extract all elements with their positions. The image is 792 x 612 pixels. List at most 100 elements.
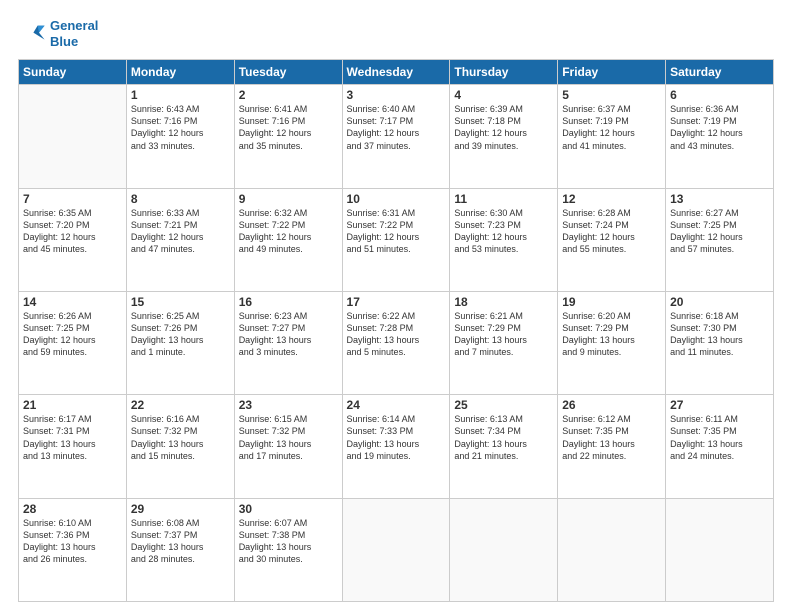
cell-text: Sunrise: 6:31 AM Sunset: 7:22 PM Dayligh…	[347, 207, 446, 256]
header-row: SundayMondayTuesdayWednesdayThursdayFrid…	[19, 60, 774, 85]
calendar-cell: 8Sunrise: 6:33 AM Sunset: 7:21 PM Daylig…	[126, 188, 234, 291]
day-number: 4	[454, 88, 553, 102]
day-number: 2	[239, 88, 338, 102]
cell-text: Sunrise: 6:12 AM Sunset: 7:35 PM Dayligh…	[562, 413, 661, 462]
day-number: 21	[23, 398, 122, 412]
cell-text: Sunrise: 6:16 AM Sunset: 7:32 PM Dayligh…	[131, 413, 230, 462]
week-row-1: 1Sunrise: 6:43 AM Sunset: 7:16 PM Daylig…	[19, 85, 774, 188]
day-number: 29	[131, 502, 230, 516]
cell-text: Sunrise: 6:15 AM Sunset: 7:32 PM Dayligh…	[239, 413, 338, 462]
day-number: 28	[23, 502, 122, 516]
day-number: 9	[239, 192, 338, 206]
calendar-cell: 15Sunrise: 6:25 AM Sunset: 7:26 PM Dayli…	[126, 291, 234, 394]
calendar-cell: 23Sunrise: 6:15 AM Sunset: 7:32 PM Dayli…	[234, 395, 342, 498]
calendar-cell	[666, 498, 774, 601]
cell-text: Sunrise: 6:30 AM Sunset: 7:23 PM Dayligh…	[454, 207, 553, 256]
calendar-cell: 19Sunrise: 6:20 AM Sunset: 7:29 PM Dayli…	[558, 291, 666, 394]
calendar-table: SundayMondayTuesdayWednesdayThursdayFrid…	[18, 59, 774, 602]
cell-text: Sunrise: 6:18 AM Sunset: 7:30 PM Dayligh…	[670, 310, 769, 359]
cell-text: Sunrise: 6:07 AM Sunset: 7:38 PM Dayligh…	[239, 517, 338, 566]
cell-text: Sunrise: 6:11 AM Sunset: 7:35 PM Dayligh…	[670, 413, 769, 462]
calendar-cell: 27Sunrise: 6:11 AM Sunset: 7:35 PM Dayli…	[666, 395, 774, 498]
calendar-cell: 14Sunrise: 6:26 AM Sunset: 7:25 PM Dayli…	[19, 291, 127, 394]
day-number: 26	[562, 398, 661, 412]
cell-text: Sunrise: 6:27 AM Sunset: 7:25 PM Dayligh…	[670, 207, 769, 256]
page: General Blue SundayMondayTuesdayWednesda…	[0, 0, 792, 612]
day-number: 11	[454, 192, 553, 206]
cell-text: Sunrise: 6:22 AM Sunset: 7:28 PM Dayligh…	[347, 310, 446, 359]
calendar-cell: 5Sunrise: 6:37 AM Sunset: 7:19 PM Daylig…	[558, 85, 666, 188]
day-number: 23	[239, 398, 338, 412]
day-number: 5	[562, 88, 661, 102]
cell-text: Sunrise: 6:35 AM Sunset: 7:20 PM Dayligh…	[23, 207, 122, 256]
col-header-sunday: Sunday	[19, 60, 127, 85]
calendar-cell: 30Sunrise: 6:07 AM Sunset: 7:38 PM Dayli…	[234, 498, 342, 601]
calendar-cell: 2Sunrise: 6:41 AM Sunset: 7:16 PM Daylig…	[234, 85, 342, 188]
col-header-saturday: Saturday	[666, 60, 774, 85]
cell-text: Sunrise: 6:37 AM Sunset: 7:19 PM Dayligh…	[562, 103, 661, 152]
logo-text: General Blue	[50, 18, 98, 49]
day-number: 15	[131, 295, 230, 309]
day-number: 30	[239, 502, 338, 516]
day-number: 12	[562, 192, 661, 206]
cell-text: Sunrise: 6:39 AM Sunset: 7:18 PM Dayligh…	[454, 103, 553, 152]
day-number: 17	[347, 295, 446, 309]
day-number: 3	[347, 88, 446, 102]
calendar-cell: 6Sunrise: 6:36 AM Sunset: 7:19 PM Daylig…	[666, 85, 774, 188]
calendar-cell	[450, 498, 558, 601]
calendar-cell: 17Sunrise: 6:22 AM Sunset: 7:28 PM Dayli…	[342, 291, 450, 394]
calendar-cell: 7Sunrise: 6:35 AM Sunset: 7:20 PM Daylig…	[19, 188, 127, 291]
calendar-cell	[342, 498, 450, 601]
col-header-friday: Friday	[558, 60, 666, 85]
week-row-2: 7Sunrise: 6:35 AM Sunset: 7:20 PM Daylig…	[19, 188, 774, 291]
day-number: 8	[131, 192, 230, 206]
calendar-cell: 26Sunrise: 6:12 AM Sunset: 7:35 PM Dayli…	[558, 395, 666, 498]
day-number: 14	[23, 295, 122, 309]
day-number: 16	[239, 295, 338, 309]
cell-text: Sunrise: 6:43 AM Sunset: 7:16 PM Dayligh…	[131, 103, 230, 152]
day-number: 18	[454, 295, 553, 309]
calendar-cell: 11Sunrise: 6:30 AM Sunset: 7:23 PM Dayli…	[450, 188, 558, 291]
col-header-wednesday: Wednesday	[342, 60, 450, 85]
calendar-cell: 1Sunrise: 6:43 AM Sunset: 7:16 PM Daylig…	[126, 85, 234, 188]
logo-icon	[18, 20, 46, 48]
col-header-thursday: Thursday	[450, 60, 558, 85]
calendar-cell: 28Sunrise: 6:10 AM Sunset: 7:36 PM Dayli…	[19, 498, 127, 601]
cell-text: Sunrise: 6:32 AM Sunset: 7:22 PM Dayligh…	[239, 207, 338, 256]
day-number: 1	[131, 88, 230, 102]
cell-text: Sunrise: 6:20 AM Sunset: 7:29 PM Dayligh…	[562, 310, 661, 359]
calendar-cell: 9Sunrise: 6:32 AM Sunset: 7:22 PM Daylig…	[234, 188, 342, 291]
cell-text: Sunrise: 6:26 AM Sunset: 7:25 PM Dayligh…	[23, 310, 122, 359]
day-number: 27	[670, 398, 769, 412]
day-number: 10	[347, 192, 446, 206]
calendar-cell: 29Sunrise: 6:08 AM Sunset: 7:37 PM Dayli…	[126, 498, 234, 601]
calendar-cell: 3Sunrise: 6:40 AM Sunset: 7:17 PM Daylig…	[342, 85, 450, 188]
calendar-cell: 18Sunrise: 6:21 AM Sunset: 7:29 PM Dayli…	[450, 291, 558, 394]
day-number: 7	[23, 192, 122, 206]
calendar-cell	[19, 85, 127, 188]
cell-text: Sunrise: 6:36 AM Sunset: 7:19 PM Dayligh…	[670, 103, 769, 152]
day-number: 22	[131, 398, 230, 412]
day-number: 25	[454, 398, 553, 412]
col-header-tuesday: Tuesday	[234, 60, 342, 85]
cell-text: Sunrise: 6:10 AM Sunset: 7:36 PM Dayligh…	[23, 517, 122, 566]
week-row-4: 21Sunrise: 6:17 AM Sunset: 7:31 PM Dayli…	[19, 395, 774, 498]
calendar-cell: 13Sunrise: 6:27 AM Sunset: 7:25 PM Dayli…	[666, 188, 774, 291]
day-number: 24	[347, 398, 446, 412]
calendar-cell: 16Sunrise: 6:23 AM Sunset: 7:27 PM Dayli…	[234, 291, 342, 394]
day-number: 19	[562, 295, 661, 309]
day-number: 20	[670, 295, 769, 309]
header: General Blue	[18, 18, 774, 49]
calendar-cell: 24Sunrise: 6:14 AM Sunset: 7:33 PM Dayli…	[342, 395, 450, 498]
col-header-monday: Monday	[126, 60, 234, 85]
calendar-cell: 10Sunrise: 6:31 AM Sunset: 7:22 PM Dayli…	[342, 188, 450, 291]
calendar-cell: 25Sunrise: 6:13 AM Sunset: 7:34 PM Dayli…	[450, 395, 558, 498]
cell-text: Sunrise: 6:28 AM Sunset: 7:24 PM Dayligh…	[562, 207, 661, 256]
cell-text: Sunrise: 6:13 AM Sunset: 7:34 PM Dayligh…	[454, 413, 553, 462]
day-number: 13	[670, 192, 769, 206]
logo: General Blue	[18, 18, 98, 49]
calendar-cell: 4Sunrise: 6:39 AM Sunset: 7:18 PM Daylig…	[450, 85, 558, 188]
cell-text: Sunrise: 6:17 AM Sunset: 7:31 PM Dayligh…	[23, 413, 122, 462]
week-row-5: 28Sunrise: 6:10 AM Sunset: 7:36 PM Dayli…	[19, 498, 774, 601]
calendar-cell: 22Sunrise: 6:16 AM Sunset: 7:32 PM Dayli…	[126, 395, 234, 498]
